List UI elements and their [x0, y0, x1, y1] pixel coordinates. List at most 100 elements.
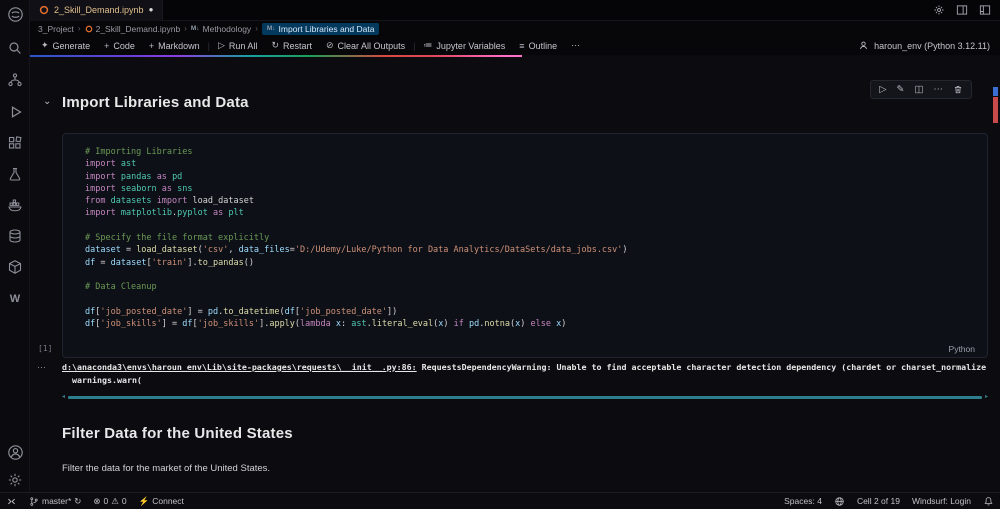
tab-title: 2_Skill_Demand.ipynb: [54, 5, 144, 15]
remote-indicator[interactable]: [0, 493, 23, 509]
cell-position-item[interactable]: Cell 2 of 19: [851, 493, 906, 509]
windsurf-w-icon[interactable]: W: [3, 286, 27, 310]
restart-icon: ↻: [271, 40, 279, 50]
add-markdown-button[interactable]: + Markdown: [142, 36, 207, 55]
plus-icon: +: [148, 40, 155, 51]
breadcrumb-project[interactable]: 3_Project: [38, 24, 74, 34]
language-globe-item[interactable]: [828, 493, 851, 509]
code-cell: # Importing Libraries import ast import pa…: [62, 133, 988, 358]
git-branch-item[interactable]: master* ↻: [23, 493, 87, 509]
globe-icon: [835, 496, 844, 506]
output-line-2: warnings.warn(: [72, 374, 142, 385]
database-icon[interactable]: [3, 224, 27, 248]
code-line[interactable]: import ast: [85, 159, 977, 171]
code-line[interactable]: df['job_posted_date'] = pd.to_datetime(d…: [85, 307, 977, 319]
code-line[interactable]: dataset = load_dataset('csv', data_files…: [85, 245, 977, 257]
run-all-button[interactable]: ▷ Run All: [211, 36, 264, 55]
run-all-icon: ▷: [217, 40, 225, 50]
split-cell-icon[interactable]: ◫: [915, 85, 924, 95]
cell-more-icon[interactable]: ⋯: [934, 85, 944, 95]
status-bar: master* ↻ ⊗ 0 ⚠ 0 ⚡ Connect Spaces: 4 Ce…: [0, 492, 1000, 509]
lightning-icon: ⚡: [138, 495, 150, 506]
cell-output: d:\anaconda3\envs\haroun_env\Lib\site-pa…: [62, 361, 992, 389]
code-line[interactable]: from datasets import load_dataset: [85, 196, 977, 208]
output-warning-text: RequestsDependencyWarning: Unable to fin…: [416, 362, 987, 372]
app-logo-icon[interactable]: [3, 2, 27, 26]
tab-bar: 2_Skill_Demand.ipynb ●: [30, 0, 1000, 21]
scroll-right-icon[interactable]: ▸: [985, 394, 988, 400]
search-icon[interactable]: [3, 36, 27, 60]
output-collapse-icon[interactable]: ⋯: [37, 362, 46, 373]
kernel-picker[interactable]: haroun_env (Python 3.12.11): [858, 40, 1000, 51]
code-line[interactable]: df['job_skills'] = df['job_skills'].appl…: [85, 319, 977, 331]
delete-cell-icon[interactable]: [953, 84, 963, 95]
split-editor-icon[interactable]: [956, 4, 968, 16]
run-debug-icon[interactable]: [3, 100, 27, 124]
notebook-toolbar: ✦ Generate + Code + Markdown | ▷ Run All…: [30, 36, 1000, 55]
output-file-link[interactable]: d:\anaconda3\envs\haroun_env\Lib\site-pa…: [62, 362, 417, 372]
generate-button[interactable]: ✦ Generate: [34, 36, 97, 55]
output-horizontal-scrollbar[interactable]: ◂ ▸: [62, 394, 988, 400]
remote-indicator-icon: [8, 498, 15, 504]
code-line[interactable]: import matplotlib.pyplot as plt: [85, 208, 977, 220]
scrollbar-thumb[interactable]: [68, 396, 982, 399]
cell-language-picker[interactable]: Python: [949, 344, 975, 354]
rainbow-progress-line: [30, 55, 522, 57]
breadcrumb-import-section[interactable]: M↓ Import Libraries and Data: [261, 22, 380, 35]
restart-button[interactable]: ↻ Restart: [264, 36, 319, 55]
toggle-panel-gear-icon[interactable]: [933, 4, 945, 16]
next-markdown-paragraph: Filter the data for the market of the Un…: [62, 463, 271, 474]
markdown-icon: M↓: [190, 25, 200, 32]
edit-cell-icon[interactable]: ✎: [897, 85, 905, 95]
clear-all-outputs-button[interactable]: ⊘ Clear All Outputs: [319, 36, 412, 55]
tab-2-skill-demand[interactable]: 2_Skill_Demand.ipynb ●: [30, 0, 164, 21]
docker-icon[interactable]: [3, 193, 27, 217]
breadcrumb-separator: ›: [77, 24, 81, 33]
titlebar-actions: [933, 4, 1000, 16]
code-line[interactable]: # Importing Libraries: [85, 147, 977, 159]
sparkle-icon: ✦: [41, 40, 49, 50]
errors-icon: ⊗: [93, 495, 101, 506]
activity-bar: W: [0, 0, 30, 492]
breadcrumb-methodology[interactable]: M↓ Methodology: [191, 24, 251, 34]
person-icon: [860, 41, 868, 50]
code-line[interactable]: # Specify the file format explicitly: [85, 233, 977, 245]
code-line[interactable]: [85, 270, 977, 282]
settings-gear-icon[interactable]: [3, 468, 27, 492]
customize-layout-icon[interactable]: [979, 4, 991, 16]
indentation-item[interactable]: Spaces: 4: [778, 493, 828, 509]
problems-item[interactable]: ⊗ 0 ⚠ 0: [87, 493, 132, 509]
notifications-bell-item[interactable]: [977, 493, 1000, 509]
code-line[interactable]: # Data Cleanup: [85, 282, 977, 294]
bell-icon: [984, 496, 993, 505]
outline-button[interactable]: ≡ Outline: [512, 36, 564, 55]
more-icon: ⋯: [571, 40, 581, 50]
code-line[interactable]: [85, 221, 977, 233]
package-icon[interactable]: [3, 255, 27, 279]
code-line[interactable]: df = dataset['train'].to_pandas(): [85, 258, 977, 270]
notebook-editor: ⌄ Import Libraries and Data ▷ ✎ ◫ ⋯ # Im…: [30, 57, 1000, 492]
extensions-icon[interactable]: [3, 131, 27, 155]
windsurf-login-item[interactable]: Windsurf: Login: [906, 493, 977, 509]
code-line[interactable]: [85, 295, 977, 307]
source-control-graph-icon[interactable]: [3, 68, 27, 92]
code-line[interactable]: import pandas as pd: [85, 172, 977, 184]
notebook-file-icon: [39, 5, 49, 15]
overview-ruler-mark-blue: [993, 87, 998, 96]
connect-item[interactable]: ⚡ Connect: [133, 493, 190, 509]
jupyter-variables-button[interactable]: ≔ Jupyter Variables: [416, 36, 512, 55]
testing-beaker-icon[interactable]: [3, 162, 27, 186]
variables-icon: ≔: [423, 40, 433, 50]
warnings-icon: ⚠: [111, 495, 119, 506]
breadcrumb-file[interactable]: 2_Skill_Demand.ipynb: [85, 24, 180, 34]
code-line[interactable]: import seaborn as sns: [85, 184, 977, 196]
collapse-chevron-icon[interactable]: ⌄: [43, 96, 51, 107]
account-icon[interactable]: [3, 440, 27, 464]
scroll-left-icon[interactable]: ◂: [62, 394, 65, 400]
run-cell-icon[interactable]: ▷: [879, 85, 886, 95]
code-lines[interactable]: # Importing Libraries import ast import pa…: [63, 134, 987, 331]
toolbar-more-button[interactable]: ⋯: [564, 36, 587, 55]
output-line-1: d:\anaconda3\envs\haroun_env\Lib\site-pa…: [62, 361, 992, 374]
unsaved-dot-icon[interactable]: ●: [149, 6, 154, 14]
add-code-button[interactable]: + Code: [97, 36, 142, 55]
